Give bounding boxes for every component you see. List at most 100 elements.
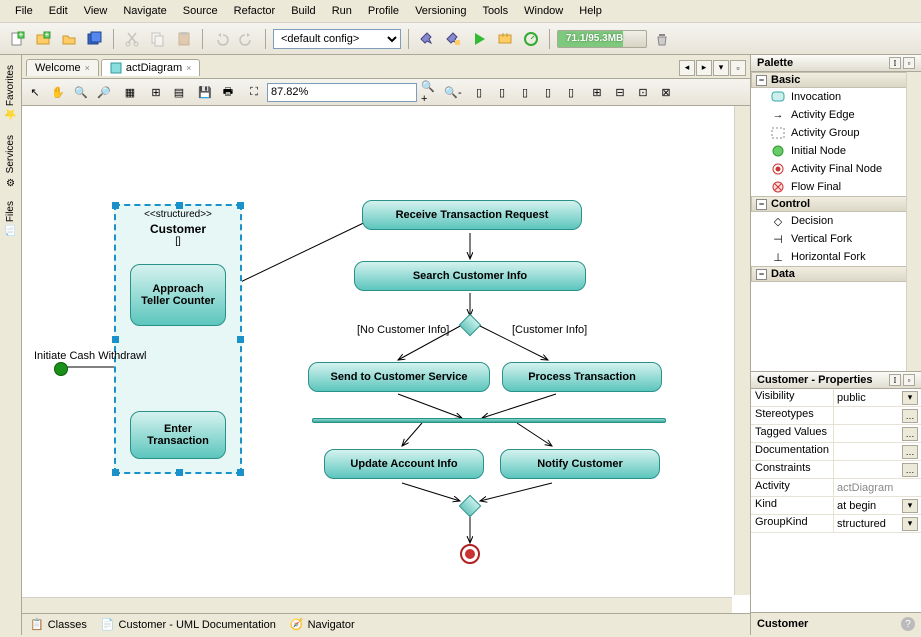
node-approach[interactable]: Approach Teller Counter — [130, 264, 226, 326]
palette-activity-group[interactable]: Activity Group — [751, 124, 921, 142]
palette-decision[interactable]: ◇Decision — [751, 212, 921, 230]
horizontal-scrollbar[interactable] — [22, 597, 732, 613]
node-notify[interactable]: Notify Customer — [500, 449, 660, 479]
select-tool-icon[interactable]: ↖ — [25, 82, 45, 102]
ellipsis-icon[interactable]: … — [902, 463, 918, 477]
node-update[interactable]: Update Account Info — [324, 449, 484, 479]
node-enter[interactable]: Enter Transaction — [130, 411, 226, 459]
palette-options-icon[interactable]: ⁞ — [889, 57, 901, 69]
palette-min-icon[interactable]: ▫ — [903, 57, 915, 69]
snap-icon[interactable]: ⊞ — [146, 82, 166, 102]
redo-icon[interactable] — [236, 28, 258, 50]
menu-profile[interactable]: Profile — [361, 3, 406, 19]
layout2-icon[interactable]: ⊟ — [610, 82, 630, 102]
undo-icon[interactable] — [210, 28, 232, 50]
zoom-in-icon[interactable]: 🔍+ — [420, 82, 440, 102]
palette-flow-final[interactable]: Flow Final — [751, 178, 921, 196]
paste-icon[interactable] — [173, 28, 195, 50]
menu-run[interactable]: Run — [325, 3, 359, 19]
group-basic[interactable]: −Basic — [751, 72, 921, 88]
files-tab[interactable]: 📄 Files — [3, 197, 18, 241]
config-select[interactable]: <default config> — [273, 29, 401, 49]
scroll-right-icon[interactable]: ▸ — [696, 60, 712, 76]
ellipsis-icon[interactable]: … — [902, 409, 918, 423]
save-all-icon[interactable] — [84, 28, 106, 50]
tab-navigator[interactable]: 🧭 Navigator — [290, 618, 355, 631]
menu-window[interactable]: Window — [517, 3, 570, 19]
initial-node[interactable] — [54, 362, 68, 376]
align4-icon[interactable]: ▯ — [538, 82, 558, 102]
align1-icon[interactable]: ▯ — [469, 82, 489, 102]
overview-icon[interactable]: ▦ — [120, 82, 140, 102]
print-icon[interactable]: 🖶 — [218, 82, 238, 102]
copy-icon[interactable] — [147, 28, 169, 50]
node-receive[interactable]: Receive Transaction Request — [362, 200, 582, 230]
dropdown-icon[interactable]: ▾ — [902, 391, 918, 405]
zoom-area-icon[interactable]: 🔍 — [71, 82, 91, 102]
layout4-icon[interactable]: ⊠ — [656, 82, 676, 102]
props-options-icon[interactable]: ⁞ — [889, 374, 901, 386]
zoom-input[interactable] — [267, 83, 417, 102]
layout3-icon[interactable]: ⊡ — [633, 82, 653, 102]
merge-node[interactable] — [459, 495, 482, 518]
new-file-icon[interactable]: + — [6, 28, 28, 50]
node-process[interactable]: Process Transaction — [502, 362, 662, 392]
palette-final-node[interactable]: Activity Final Node — [751, 160, 921, 178]
debug-icon[interactable] — [494, 28, 516, 50]
close-icon[interactable]: × — [85, 63, 90, 73]
menu-refactor[interactable]: Refactor — [227, 3, 283, 19]
node-search[interactable]: Search Customer Info — [354, 261, 586, 291]
fork-bar[interactable] — [312, 418, 666, 423]
services-tab[interactable]: ⚙ Services — [3, 131, 18, 191]
favorites-tab[interactable]: ⭐ Favorites — [3, 61, 18, 125]
palette-activity-edge[interactable]: →Activity Edge — [751, 106, 921, 124]
open-icon[interactable] — [58, 28, 80, 50]
scroll-left-icon[interactable]: ◂ — [679, 60, 695, 76]
heap-indicator[interactable]: 71.1/95.3MB — [557, 30, 647, 48]
layout1-icon[interactable]: ⊞ — [587, 82, 607, 102]
zoom-interactive-icon[interactable]: 🔎 — [94, 82, 114, 102]
menu-view[interactable]: View — [77, 3, 115, 19]
menu-source[interactable]: Source — [176, 3, 225, 19]
final-node[interactable] — [460, 544, 480, 564]
menu-versioning[interactable]: Versioning — [408, 3, 473, 19]
menu-build[interactable]: Build — [284, 3, 322, 19]
new-project-icon[interactable]: + — [32, 28, 54, 50]
help-icon[interactable]: ? — [901, 617, 915, 631]
tab-welcome[interactable]: Welcome× — [26, 59, 99, 76]
node-send[interactable]: Send to Customer Service — [308, 362, 490, 392]
fit-icon[interactable]: ⛶ — [244, 82, 264, 102]
cut-icon[interactable] — [121, 28, 143, 50]
canvas-area[interactable]: <<structured>> Customer [] Initiate Cash… — [22, 106, 750, 613]
close-icon[interactable]: × — [186, 63, 191, 73]
zoom-out-icon[interactable]: 🔍- — [443, 82, 463, 102]
menu-file[interactable]: File — [8, 3, 40, 19]
decision-node[interactable] — [459, 314, 482, 337]
profile-icon[interactable] — [520, 28, 542, 50]
align2-icon[interactable]: ▯ — [492, 82, 512, 102]
export-icon[interactable]: 💾 — [195, 82, 215, 102]
palette-hfork[interactable]: ⊥Horizontal Fork — [751, 248, 921, 266]
clean-build-icon[interactable] — [442, 28, 464, 50]
palette-invocation[interactable]: Invocation — [751, 88, 921, 106]
align3-icon[interactable]: ▯ — [515, 82, 535, 102]
palette-vfork[interactable]: ⊣Vertical Fork — [751, 230, 921, 248]
group-data[interactable]: −Data — [751, 266, 921, 282]
run-icon[interactable] — [468, 28, 490, 50]
build-icon[interactable] — [416, 28, 438, 50]
dropdown-icon[interactable]: ▾ — [902, 517, 918, 531]
vertical-scrollbar[interactable] — [734, 106, 750, 595]
menu-edit[interactable]: Edit — [42, 3, 75, 19]
dropdown-icon[interactable]: ▾ — [902, 499, 918, 513]
group-control[interactable]: −Control — [751, 196, 921, 212]
menu-help[interactable]: Help — [572, 3, 609, 19]
props-min-icon[interactable]: ▫ — [903, 374, 915, 386]
align5-icon[interactable]: ▯ — [561, 82, 581, 102]
pan-tool-icon[interactable]: ✋ — [48, 82, 68, 102]
palette-initial-node[interactable]: Initial Node — [751, 142, 921, 160]
maximize-icon[interactable]: ▫ — [730, 60, 746, 76]
ellipsis-icon[interactable]: … — [902, 445, 918, 459]
ellipsis-icon[interactable]: … — [902, 427, 918, 441]
tab-list-icon[interactable]: ▾ — [713, 60, 729, 76]
menu-tools[interactable]: Tools — [475, 3, 515, 19]
